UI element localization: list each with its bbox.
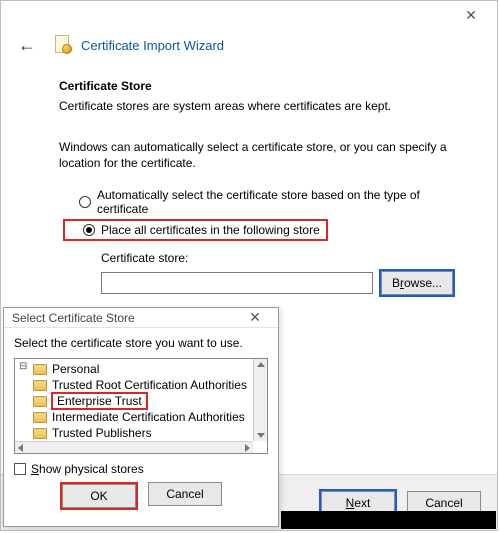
popup-footer: OK Cancel <box>14 476 268 520</box>
store-label: Certificate store: <box>101 251 455 265</box>
browse-button[interactable]: BBrowse...rowse... <box>381 271 453 295</box>
show-physical-checkbox[interactable]: Show physical stores <box>14 462 268 476</box>
tree-item-enterprise-trust[interactable]: Enterprise Trust <box>19 393 253 409</box>
select-store-dialog: Select Certificate Store ✕ Select the ce… <box>3 307 279 527</box>
folder-icon <box>33 412 47 423</box>
store-block: Certificate store: BBrowse...rowse... <box>101 251 455 297</box>
radio-place-label: Place all certificates in the following … <box>101 223 320 237</box>
close-icon[interactable]: ✕ <box>451 1 491 29</box>
checkbox-icon <box>14 463 26 475</box>
store-tree[interactable]: Personal Trusted Root Certification Auth… <box>14 358 268 454</box>
radio-icon <box>79 196 91 208</box>
popup-cancel-button[interactable]: Cancel <box>148 482 222 506</box>
wizard-content: Certificate Store Certificate stores are… <box>1 67 497 297</box>
folder-icon <box>33 396 47 407</box>
tree-item-trusted-root[interactable]: Trusted Root Certification Authorities <box>19 377 253 393</box>
decorative-strip <box>281 511 496 529</box>
section-title: Certificate Store <box>59 79 455 93</box>
radio-icon <box>83 224 95 236</box>
folder-icon <box>33 428 47 439</box>
tree-item-personal[interactable]: Personal <box>19 361 253 377</box>
radio-place[interactable]: Place all certificates in the following … <box>63 219 328 241</box>
radio-auto-label: Automatically select the certificate sto… <box>97 188 455 216</box>
radio-auto[interactable]: Automatically select the certificate sto… <box>59 185 455 219</box>
vertical-scrollbar[interactable] <box>253 359 267 441</box>
popup-instruction: Select the certificate store you want to… <box>14 336 268 350</box>
folder-icon <box>33 364 47 375</box>
wizard-header: ← Certificate Import Wizard <box>1 29 497 67</box>
certificate-store-input[interactable] <box>101 272 373 294</box>
folder-icon <box>33 380 47 391</box>
ok-button[interactable]: OK <box>62 484 136 508</box>
section-desc: Certificate stores are system areas wher… <box>59 99 455 113</box>
certificate-icon <box>53 35 73 55</box>
tree-item-trusted-publishers[interactable]: Trusted Publishers <box>19 425 253 441</box>
wizard-title: Certificate Import Wizard <box>81 38 224 53</box>
horizontal-scrollbar[interactable] <box>15 441 253 453</box>
popup-title: Select Certificate Store <box>12 311 135 325</box>
tree-item-intermediate[interactable]: Intermediate Certification Authorities <box>19 409 253 425</box>
back-arrow-icon[interactable]: ← <box>15 33 39 57</box>
body-text: Windows can automatically select a certi… <box>59 139 455 171</box>
titlebar: ✕ <box>1 1 497 29</box>
popup-titlebar: Select Certificate Store ✕ <box>4 308 278 328</box>
close-icon[interactable]: ✕ <box>240 309 270 326</box>
